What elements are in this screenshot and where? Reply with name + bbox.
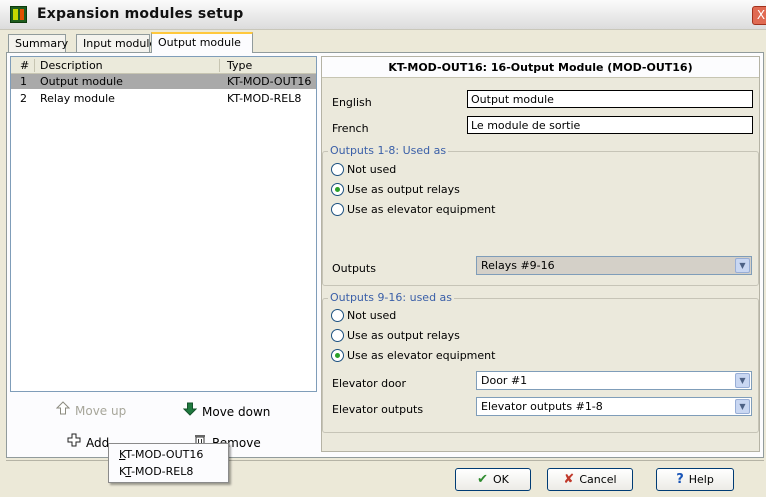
radio-label: Use as output relays: [347, 329, 460, 342]
column-separator[interactable]: [219, 59, 220, 72]
question-icon: ?: [676, 472, 684, 487]
menu-item-kt-mod-out16[interactable]: KT-MOD-OUT16: [109, 447, 228, 463]
arrow-up-outline-icon: [55, 401, 71, 418]
outputs-1-8-elevator-radio[interactable]: Use as elevator equipment: [331, 203, 495, 216]
column-separator[interactable]: [34, 59, 35, 72]
radio-label: Use as output relays: [347, 183, 460, 196]
outputs-select[interactable]: Relays #9-16 ▼: [476, 256, 752, 275]
radio-label: Not used: [347, 163, 397, 176]
radio-label: Not used: [347, 309, 397, 322]
outputs-9-16-elevator-radio[interactable]: Use as elevator equipment: [331, 349, 495, 362]
column-header-description[interactable]: Description: [40, 59, 103, 72]
radio-label: Use as elevator equipment: [347, 203, 496, 216]
elevator-door-label: Elevator door: [332, 377, 407, 390]
add-module-menu: KT-MOD-OUT16 KT-MOD-REL8: [108, 443, 229, 483]
english-label: English: [332, 96, 372, 109]
help-button[interactable]: ? Help: [656, 468, 734, 491]
list-header: # Description Type: [11, 57, 316, 74]
english-name-field[interactable]: [467, 90, 753, 108]
outputs-9-16-group-title: Outputs 9-16: used as: [328, 291, 455, 304]
move-up-label: Move up: [75, 404, 127, 418]
module-heading: KT-MOD-OUT16: 16-Output Module (MOD-OUT1…: [322, 57, 759, 78]
arrow-down-icon: [182, 402, 198, 419]
outputs-select-value: Relays #9-16: [481, 259, 555, 272]
move-up-button[interactable]: Move up: [55, 401, 126, 421]
elevator-outputs-value: Elevator outputs #1-8: [481, 400, 603, 413]
tab-summary[interactable]: Summary: [8, 34, 68, 52]
add-button[interactable]: Add: [66, 433, 109, 453]
expansion-modules-window: Expansion modules setup X Summary Input …: [0, 0, 766, 497]
row-description: Relay module: [40, 92, 115, 105]
row-type: KT-MOD-OUT16: [227, 75, 312, 88]
row-description: Output module: [40, 75, 123, 88]
radio-button[interactable]: [331, 183, 344, 196]
cancel-button[interactable]: ✘ Cancel: [547, 468, 633, 491]
menu-item-kt-mod-rel8[interactable]: KT-MOD-REL8: [109, 464, 228, 480]
outputs-1-8-not-used-radio[interactable]: Not used: [331, 163, 396, 176]
cancel-label: Cancel: [579, 473, 617, 486]
elevator-door-value: Door #1: [481, 374, 528, 387]
module-details-pane: KT-MOD-OUT16: 16-Output Module (MOD-OUT1…: [321, 56, 760, 452]
move-down-label: Move down: [202, 405, 271, 419]
move-down-button[interactable]: Move down: [182, 402, 270, 422]
window-title: Expansion modules setup: [37, 6, 244, 22]
radio-button[interactable]: [331, 203, 344, 216]
row-number: 2: [20, 92, 27, 105]
elevator-door-select[interactable]: Door #1 ▼: [476, 371, 752, 390]
ok-button[interactable]: ✔ OK: [455, 468, 531, 491]
row-type: KT-MOD-REL8: [227, 92, 302, 105]
elevator-outputs-select[interactable]: Elevator outputs #1-8 ▼: [476, 397, 752, 416]
plus-outline-icon: [66, 433, 82, 450]
outputs-9-16-output-relays-radio[interactable]: Use as output relays: [331, 329, 460, 342]
tab-input-module[interactable]: Input module: [76, 34, 156, 52]
french-name-field[interactable]: [467, 116, 753, 134]
table-row[interactable]: 1 Output module KT-MOD-OUT16: [11, 74, 316, 89]
title-bar: Expansion modules setup X: [0, 0, 766, 30]
menu-item-label: -MOD-REL8: [131, 465, 194, 478]
column-header-type[interactable]: Type: [227, 59, 252, 72]
radio-button[interactable]: [331, 309, 344, 322]
outputs-9-16-group: Outputs 9-16: used as Not used Use as ou…: [322, 291, 759, 433]
radio-label: Use as elevator equipment: [347, 349, 496, 362]
checkmark-icon: ✔: [477, 472, 489, 487]
radio-button[interactable]: [331, 163, 344, 176]
radio-button[interactable]: [331, 349, 344, 362]
help-label: Help: [688, 473, 714, 486]
outputs-1-8-group: Outputs 1-8: Used as Not used Use as out…: [322, 144, 759, 286]
outputs-1-8-group-title: Outputs 1-8: Used as: [328, 144, 449, 157]
app-icon: [10, 6, 27, 23]
add-label: Add: [86, 436, 110, 450]
radio-button[interactable]: [331, 329, 344, 342]
elevator-outputs-label: Elevator outputs: [332, 403, 424, 416]
column-header-number[interactable]: #: [20, 59, 29, 72]
tab-output-module[interactable]: Output module: [151, 32, 253, 53]
row-number: 1: [20, 75, 27, 88]
chevron-down-icon[interactable]: ▼: [735, 258, 750, 273]
ok-label: OK: [493, 473, 509, 486]
outputs-9-16-not-used-radio[interactable]: Not used: [331, 309, 396, 322]
close-button[interactable]: X: [752, 6, 766, 25]
outputs-label: Outputs: [332, 262, 376, 275]
menu-item-label: T-MOD-OUT16: [125, 448, 204, 461]
outputs-1-8-output-relays-radio[interactable]: Use as output relays: [331, 183, 460, 196]
table-row[interactable]: 2 Relay module KT-MOD-REL8: [11, 91, 316, 106]
module-list[interactable]: # Description Type 1 Output module KT-MO…: [10, 56, 317, 392]
x-icon: ✘: [563, 472, 575, 487]
chevron-down-icon[interactable]: ▼: [735, 373, 750, 388]
french-label: French: [332, 122, 369, 135]
chevron-down-icon[interactable]: ▼: [735, 399, 750, 414]
